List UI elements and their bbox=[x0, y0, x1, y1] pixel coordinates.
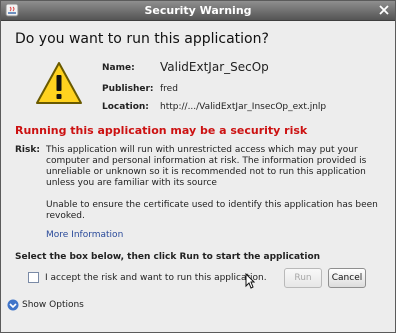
accept-risk-checkbox[interactable] bbox=[28, 272, 39, 283]
location-value: http://.../ValidExtJar_InsecOp_ext.jnlp bbox=[160, 102, 327, 112]
name-label: Name: bbox=[102, 63, 135, 73]
select-instruction: Select the box below, then click Run to … bbox=[15, 252, 321, 262]
publisher-value: fred bbox=[160, 84, 178, 94]
mouse-cursor-icon bbox=[245, 273, 255, 289]
risk-heading: Running this application may be a securi… bbox=[15, 124, 308, 137]
risk-label: Risk: bbox=[15, 145, 40, 155]
warning-icon bbox=[36, 62, 82, 104]
run-button[interactable]: Run bbox=[284, 268, 322, 288]
certificate-warning: Unable to ensure the certificate used to… bbox=[46, 200, 378, 221]
security-warning-dialog: Security Warning Do you want to run this… bbox=[0, 0, 396, 333]
window-title: Security Warning bbox=[144, 4, 252, 17]
dialog-heading: Do you want to run this application? bbox=[15, 31, 269, 47]
publisher-label: Publisher: bbox=[102, 84, 154, 94]
more-information-link[interactable]: More Information bbox=[46, 230, 123, 240]
show-options-toggle[interactable]: Show Options bbox=[22, 300, 84, 310]
location-label: Location: bbox=[102, 102, 149, 112]
close-icon[interactable] bbox=[378, 4, 390, 16]
expand-options-icon[interactable] bbox=[7, 299, 19, 311]
accept-risk-label[interactable]: I accept the risk and want to run this a… bbox=[45, 273, 267, 283]
name-value: ValidExtJar_SecOp bbox=[160, 60, 269, 74]
risk-description: This application will run with unrestric… bbox=[46, 145, 367, 188]
cancel-button[interactable]: Cancel bbox=[328, 268, 366, 288]
title-bar[interactable]: Security Warning bbox=[1, 1, 395, 21]
